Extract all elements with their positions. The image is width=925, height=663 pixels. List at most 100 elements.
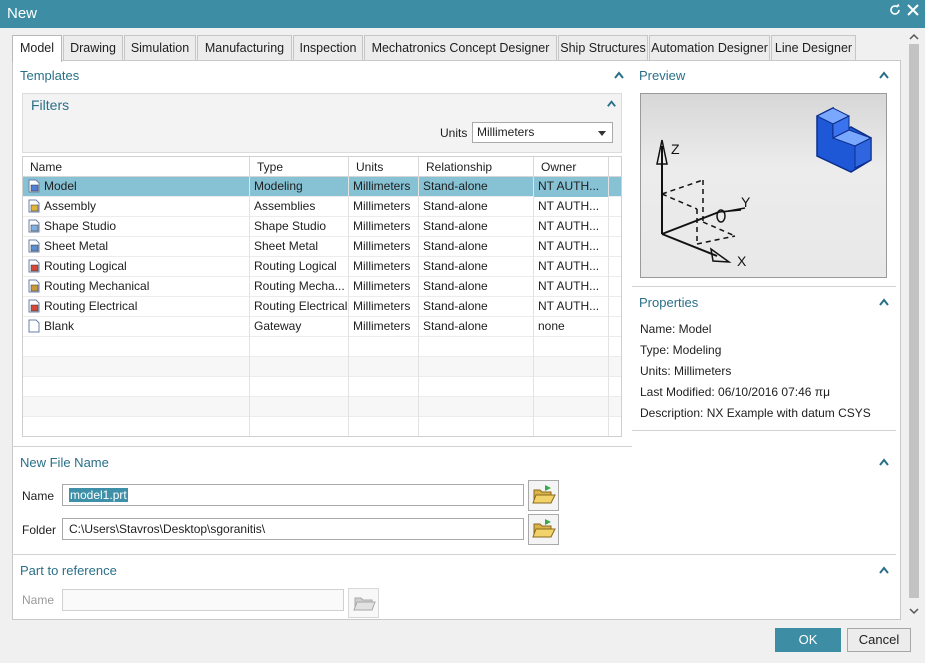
cell-relationship: Stand-alone <box>419 317 534 337</box>
cell-text: Modeling <box>254 179 303 193</box>
cell-units: Millimeters <box>349 257 419 277</box>
cell-text: Stand-alone <box>423 179 488 193</box>
title-bar: New <box>0 0 925 28</box>
cell-units: Millimeters <box>349 177 419 197</box>
table-row[interactable]: Blank Gateway Millimeters Stand-alone none <box>23 317 621 337</box>
folder-path-input[interactable]: C:\Users\Stavros\Desktop\sgoranitis\ <box>62 518 524 540</box>
axis-y-label: Y <box>741 194 751 210</box>
browse-folder-button[interactable] <box>528 514 559 545</box>
column-header-relationship[interactable]: Relationship <box>419 157 534 177</box>
table-row[interactable]: Assembly Assemblies Millimeters Stand-alone… <box>23 197 621 217</box>
table-row[interactable]: Shape Studio Shape Studio Millimeters Stand… <box>23 217 621 237</box>
collapse-part-to-reference-icon[interactable] <box>878 564 890 576</box>
collapse-templates-icon[interactable] <box>613 69 625 81</box>
part-name-input[interactable] <box>62 589 344 611</box>
cell-owner: NT AUTH... <box>534 277 609 297</box>
vertical-scrollbar[interactable] <box>906 30 922 620</box>
cell-units: Millimeters <box>349 217 419 237</box>
cell-type: Routing Logical <box>250 257 349 277</box>
cell-owner: NT AUTH... <box>534 297 609 317</box>
column-header-units[interactable]: Units <box>349 157 419 177</box>
property-description: Description: NX Example with datum CSYS <box>640 406 871 420</box>
table-row[interactable]: Routing Logical Routing Logical Millimeter… <box>23 257 621 277</box>
column-header-name[interactable]: Name <box>23 157 250 177</box>
cell-text: Stand-alone <box>423 279 488 293</box>
file-name-value: model1.prt <box>69 488 128 502</box>
units-value: Millimeters <box>477 125 535 139</box>
ok-button[interactable]: OK <box>775 628 841 652</box>
scroll-up-icon[interactable] <box>909 32 919 42</box>
reset-icon[interactable] <box>885 3 905 23</box>
cell-text: Shape Studio <box>44 219 117 233</box>
cell-text: Stand-alone <box>423 199 488 213</box>
column-header-type[interactable]: Type <box>250 157 349 177</box>
tab-inspection[interactable]: Inspection <box>293 35 363 61</box>
divider <box>632 286 896 287</box>
collapse-properties-icon[interactable] <box>878 296 890 308</box>
cancel-button[interactable]: Cancel <box>847 628 911 652</box>
cell-text: Sheet Metal <box>44 239 109 253</box>
file-name-input[interactable]: model1.prt <box>62 484 524 506</box>
cell-type: Modeling <box>250 177 349 197</box>
cell-name <box>23 377 250 397</box>
cell-relationship <box>419 377 534 397</box>
tab-bar: Model Drawing Simulation Manufacturing I… <box>12 35 902 62</box>
browse-part-button[interactable] <box>348 588 379 618</box>
scrollbar-thumb[interactable] <box>909 44 919 598</box>
tab-automation-designer[interactable]: Automation Designer <box>649 35 770 61</box>
tab-simulation[interactable]: Simulation <box>124 35 196 61</box>
cell-text: Shape Studio <box>254 219 327 233</box>
tab-ship-structures[interactable]: Ship Structures <box>558 35 648 61</box>
property-name: Name: Model <box>640 322 712 336</box>
folder-open-icon <box>532 485 556 504</box>
column-header-owner[interactable]: Owner <box>534 157 609 177</box>
assembly-icon <box>27 199 41 213</box>
tab-drawing[interactable]: Drawing <box>63 35 123 61</box>
cell-type: Sheet Metal <box>250 237 349 257</box>
cell-type: Gateway <box>250 317 349 337</box>
cell-type <box>250 397 349 417</box>
cell-name: Sheet Metal <box>23 237 250 257</box>
table-row[interactable]: Routing Electrical Routing Electrical Mill… <box>23 297 621 317</box>
filters-title: Filters <box>31 97 70 113</box>
table-row[interactable]: Model Modeling Millimeters Stand-alone NT AU… <box>23 177 621 197</box>
collapse-new-file-name-icon[interactable] <box>878 456 890 468</box>
cell-owner: NT AUTH... <box>534 197 609 217</box>
cell-owner <box>534 417 609 436</box>
table-row[interactable]: Routing Mechanical Routing Mecha... Millim… <box>23 277 621 297</box>
cell-text: NT AUTH... <box>538 299 600 313</box>
empty-table-row <box>23 417 621 436</box>
datum-csys-icon: Z Y X <box>656 106 873 269</box>
units-dropdown[interactable]: Millimeters <box>472 122 613 143</box>
browse-name-button[interactable] <box>528 480 559 511</box>
folder-label: Folder <box>22 523 57 537</box>
scroll-down-icon[interactable] <box>909 606 919 616</box>
cell-text: Millimeters <box>353 299 411 313</box>
routing-logical-icon <box>27 259 41 273</box>
model-block-icon <box>815 106 873 173</box>
cell-text: Stand-alone <box>423 319 488 333</box>
table-row[interactable]: Sheet Metal Sheet Metal Millimeters Stand-a… <box>23 237 621 257</box>
cell-units: Millimeters <box>349 237 419 257</box>
cell-name <box>23 417 250 436</box>
cell-relationship: Stand-alone <box>419 277 534 297</box>
cell-relationship: Stand-alone <box>419 257 534 277</box>
collapse-filters-icon[interactable] <box>606 98 617 109</box>
cell-owner: NT AUTH... <box>534 237 609 257</box>
tab-mechatronics-concept-designer[interactable]: Mechatronics Concept Designer <box>364 35 557 61</box>
cell-units <box>349 337 419 357</box>
properties-section-title: Properties <box>639 295 699 310</box>
cell-name: Assembly <box>23 197 250 217</box>
cell-name: Routing Electrical <box>23 297 250 317</box>
cell-name: Routing Mechanical <box>23 277 250 297</box>
tab-model[interactable]: Model <box>12 35 62 62</box>
tab-line-designer[interactable]: Line Designer <box>771 35 856 61</box>
cell-units <box>349 417 419 436</box>
preview-section-title: Preview <box>639 68 686 83</box>
cell-owner <box>534 397 609 417</box>
routing-electrical-icon <box>27 299 41 313</box>
close-icon[interactable] <box>903 3 923 23</box>
divider <box>12 446 632 447</box>
tab-manufacturing[interactable]: Manufacturing <box>197 35 292 61</box>
collapse-preview-icon[interactable] <box>878 69 890 81</box>
